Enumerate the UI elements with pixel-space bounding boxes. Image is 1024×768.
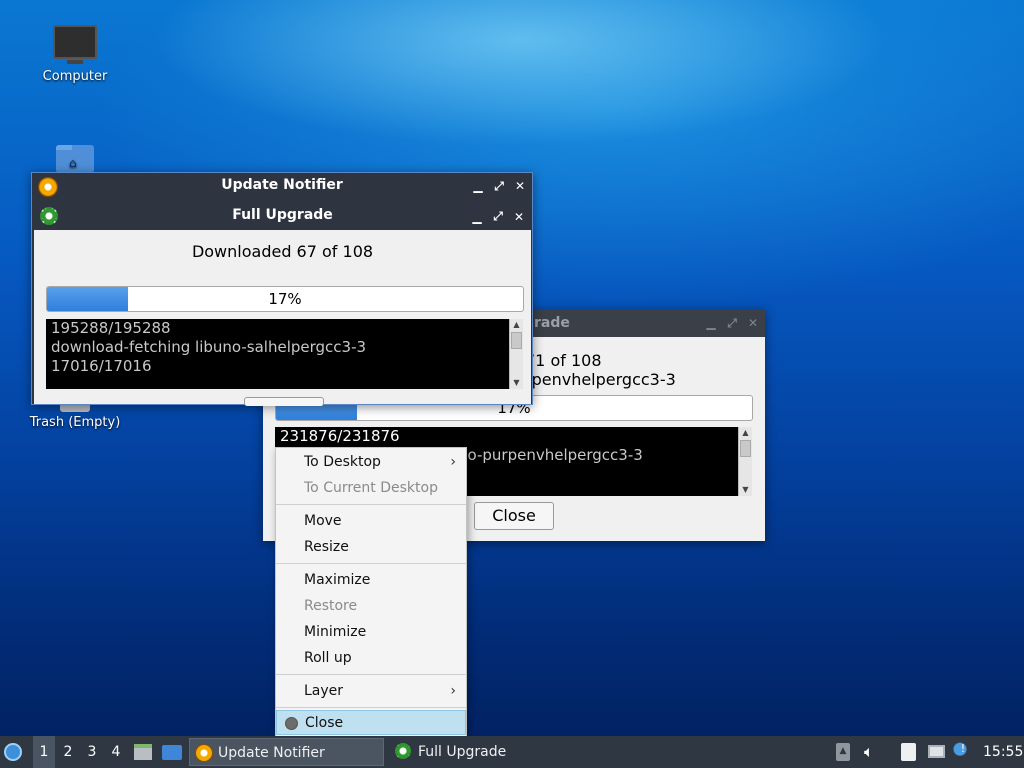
close-window-button[interactable]: ✕ <box>513 210 525 224</box>
progress-label: 17% <box>268 290 302 308</box>
window-titlebar[interactable]: Full Upgrade ▁ ⤢ ✕ <box>34 203 531 230</box>
close-window-button[interactable]: ✕ <box>747 316 759 330</box>
menu-separator <box>276 504 466 505</box>
desktop-icon-computer[interactable]: Computer <box>20 25 130 84</box>
window-title: Update Notifier <box>221 177 343 193</box>
maximize-button[interactable]: ⤢ <box>493 179 505 194</box>
clock[interactable]: 15:55 <box>983 736 1023 768</box>
update-notifier-icon <box>195 744 213 762</box>
download-log[interactable]: 195288/195288 download-fetching libuno-s… <box>46 319 523 389</box>
menu-item-maximize[interactable]: Maximize <box>276 568 466 592</box>
close-radio-icon <box>285 717 298 730</box>
minimize-button[interactable]: ▁ <box>471 210 483 224</box>
desktop-icon <box>162 745 182 760</box>
scroll-down-arrow-icon[interactable]: ▼ <box>510 377 523 389</box>
menu-item-layer[interactable]: Layer › <box>276 679 466 703</box>
desktop-icon-label: Trash (Empty) <box>29 415 121 430</box>
menu-item-minimize[interactable]: Minimize <box>276 620 466 644</box>
workspace-1[interactable]: 1 <box>33 736 55 768</box>
log-scrollbar[interactable]: ▲ ▼ <box>509 319 523 389</box>
window-title: rade <box>534 315 570 331</box>
scroll-up-arrow-icon[interactable]: ▲ <box>510 319 523 331</box>
volume-icon[interactable]: 🔈︎ <box>864 742 882 762</box>
menu-item-to-current-desktop: To Current Desktop <box>304 480 438 496</box>
desktop-icon-home[interactable]: ⌂ <box>20 145 130 173</box>
lxqt-logo-icon <box>4 743 22 761</box>
show-desktop-button[interactable] <box>162 736 184 768</box>
workspace-3[interactable]: 3 <box>81 736 103 768</box>
tray-expand-icon[interactable]: ▲ <box>836 743 850 761</box>
menu-item-restore: Restore <box>304 598 358 614</box>
log-scrollbar[interactable]: ▲ ▼ <box>738 427 752 496</box>
gear-icon <box>395 743 411 759</box>
log-line: 195288/195288 <box>51 319 171 337</box>
status-line: Downloaded 67 of 108 <box>191 242 374 261</box>
desktop: Computer ⌂ Trash (Empty) rade ▁ ⤢ ✕ 71 o… <box>0 0 1024 768</box>
maximize-button[interactable]: ⤢ <box>492 209 504 224</box>
menu-item-move[interactable]: Move <box>276 509 466 533</box>
chevron-right-icon: › <box>450 454 456 470</box>
progress-bar: 17% <box>46 286 524 312</box>
update-notification-icon[interactable]: ! <box>953 742 973 760</box>
log-line: 17016/17016 <box>51 357 152 375</box>
menu-separator <box>276 674 466 675</box>
window-titlebar[interactable]: Update Notifier ▁ ⤢ ✕ <box>32 173 532 199</box>
window-title: Full Upgrade <box>232 207 333 223</box>
menu-separator <box>276 707 466 708</box>
minimize-button[interactable]: ▁ <box>472 179 484 193</box>
scroll-up-arrow-icon[interactable]: ▲ <box>739 427 752 439</box>
status-line: 71 of 108 rpenvhelpergcc3-3 <box>525 351 676 389</box>
task-full-upgrade[interactable]: Full Upgrade <box>390 738 585 766</box>
workspace-4[interactable]: 4 <box>105 736 127 768</box>
scroll-thumb[interactable] <box>511 332 522 349</box>
menu-item-to-desktop[interactable]: To Desktop › <box>276 450 466 474</box>
main-menu-button[interactable] <box>4 736 28 768</box>
minimize-button[interactable]: ▁ <box>705 316 717 330</box>
close-button[interactable]: Close <box>474 502 554 530</box>
network-icon[interactable] <box>928 745 945 758</box>
scroll-down-arrow-icon[interactable]: ▼ <box>739 484 752 496</box>
log-line: download-fetching libuno-salhelpergcc3-3 <box>51 338 367 356</box>
desktop-icon-label: Computer <box>42 69 108 84</box>
workspace-2[interactable]: 2 <box>57 736 79 768</box>
menu-item-resize[interactable]: Resize <box>276 535 466 559</box>
window-context-menu[interactable]: To Desktop › To Current Desktop Move Res… <box>275 447 467 737</box>
log-line: 231876/231876 <box>280 427 400 445</box>
home-folder-icon: ⌂ <box>56 145 94 173</box>
menu-item-roll-up[interactable]: Roll up <box>276 646 466 670</box>
scroll-thumb[interactable] <box>740 440 751 457</box>
file-manager-icon <box>134 744 152 760</box>
task-update-notifier[interactable]: Update Notifier <box>189 738 384 766</box>
chevron-right-icon: › <box>450 683 456 699</box>
menu-separator <box>276 563 466 564</box>
update-notifier-window[interactable]: Update Notifier ▁ ⤢ ✕ Full Upgrade ▁ ⤢ ✕… <box>31 172 533 406</box>
file-manager-launcher[interactable] <box>134 736 156 768</box>
full-upgrade-window[interactable]: Full Upgrade ▁ ⤢ ✕ Downloaded 67 of 108 … <box>34 203 531 406</box>
close-window-button[interactable]: ✕ <box>514 179 526 193</box>
close-button[interactable] <box>244 397 324 406</box>
menu-item-close[interactable]: Close <box>276 710 466 735</box>
maximize-button[interactable]: ⤢ <box>726 316 738 331</box>
taskbar: 1 2 3 4 Update Notifier Full Upgrade ▲ 🔈… <box>0 736 1024 768</box>
clipboard-icon[interactable] <box>901 743 916 761</box>
computer-icon <box>53 25 97 64</box>
